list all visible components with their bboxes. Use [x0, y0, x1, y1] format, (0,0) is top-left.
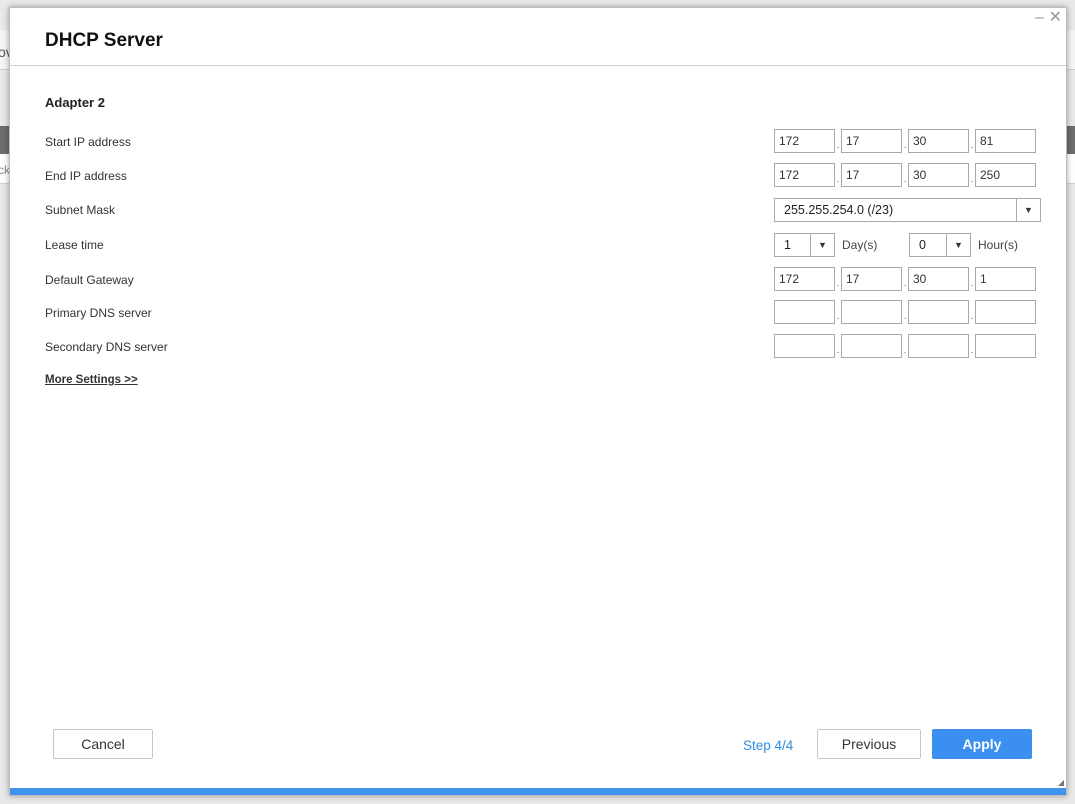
secondary-dns-octet-1[interactable] [774, 334, 835, 358]
subnet-mask-select[interactable]: 255.255.254.0 (/23) ▼ [774, 198, 1041, 222]
default-gateway-label: Default Gateway [45, 273, 134, 287]
gateway-octet-1[interactable] [774, 267, 835, 291]
end-ip-octet-2[interactable] [841, 163, 902, 187]
secondary-dns-octet-2[interactable] [841, 334, 902, 358]
subnet-mask-value: 255.255.254.0 (/23) [784, 203, 894, 217]
lease-days-value: 1 [784, 238, 791, 252]
start-ip-octet-2[interactable] [841, 129, 902, 153]
start-ip-field: . . . [774, 129, 1036, 153]
start-ip-octet-4[interactable] [975, 129, 1036, 153]
secondary-dns-label: Secondary DNS server [45, 340, 168, 354]
lease-days-select[interactable]: 1 ▼ [774, 233, 835, 257]
start-ip-label: Start IP address [45, 135, 131, 149]
lease-hours-select[interactable]: 0 ▼ [909, 233, 971, 257]
cancel-button[interactable]: Cancel [53, 729, 153, 759]
lease-time-label: Lease time [45, 238, 104, 252]
end-ip-octet-4[interactable] [975, 163, 1036, 187]
dhcp-server-dialog: – ✕ DHCP Server Adapter 2 Start IP addre… [9, 7, 1067, 796]
end-ip-octet-1[interactable] [774, 163, 835, 187]
apply-button[interactable]: Apply [932, 729, 1032, 759]
secondary-dns-octet-4[interactable] [975, 334, 1036, 358]
hours-unit-label: Hour(s) [978, 238, 1019, 252]
subnet-mask-label: Subnet Mask [45, 203, 116, 217]
chevron-down-icon[interactable]: ▼ [810, 234, 834, 256]
start-ip-octet-3[interactable] [908, 129, 969, 153]
secondary-dns-field: . . . [774, 334, 1036, 358]
primary-dns-octet-1[interactable] [774, 300, 835, 324]
resize-handle-icon[interactable]: ◢ [1058, 778, 1064, 787]
more-settings-link[interactable]: More Settings >> [45, 374, 138, 386]
gateway-octet-2[interactable] [841, 267, 902, 291]
wizard-progress-bar [10, 788, 1066, 795]
title-divider [10, 65, 1066, 66]
days-unit-label: Day(s) [842, 238, 878, 252]
primary-dns-label: Primary DNS server [45, 306, 152, 320]
minimize-icon[interactable]: – [1035, 10, 1044, 26]
secondary-dns-octet-3[interactable] [908, 334, 969, 358]
primary-dns-field: . . . [774, 300, 1036, 324]
close-icon[interactable]: ✕ [1049, 10, 1062, 26]
end-ip-label: End IP address [45, 169, 127, 183]
primary-dns-octet-3[interactable] [908, 300, 969, 324]
section-title: Adapter 2 [45, 95, 105, 110]
chevron-down-icon[interactable]: ▼ [946, 234, 970, 256]
end-ip-octet-3[interactable] [908, 163, 969, 187]
gateway-octet-3[interactable] [908, 267, 969, 291]
start-ip-octet-1[interactable] [774, 129, 835, 153]
step-indicator: Step 4/4 [743, 738, 794, 753]
default-gateway-field: . . . [774, 267, 1036, 291]
primary-dns-octet-2[interactable] [841, 300, 902, 324]
end-ip-field: . . . [774, 163, 1036, 187]
primary-dns-octet-4[interactable] [975, 300, 1036, 324]
dialog-title: DHCP Server [45, 30, 163, 51]
lease-hours-value: 0 [919, 238, 926, 252]
previous-button[interactable]: Previous [817, 729, 921, 759]
chevron-down-icon[interactable]: ▼ [1016, 199, 1040, 221]
gateway-octet-4[interactable] [975, 267, 1036, 291]
